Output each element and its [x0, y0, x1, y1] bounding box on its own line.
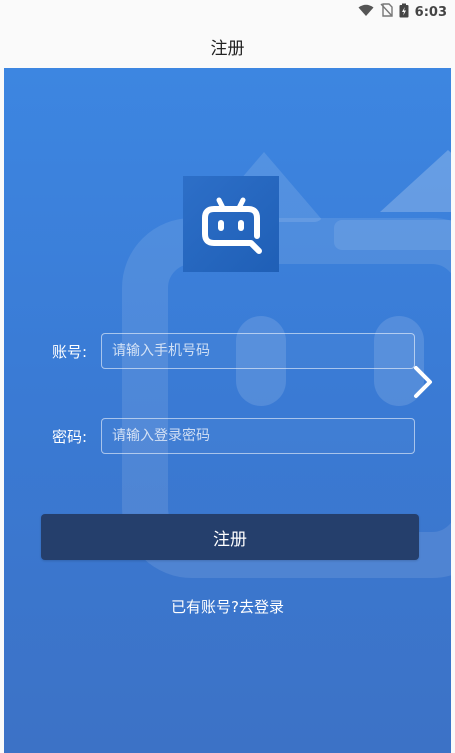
account-label: 账号:: [52, 342, 88, 361]
status-bar: 6:03: [0, 0, 455, 24]
password-field[interactable]: [101, 418, 415, 454]
battery-charging-icon: [399, 3, 409, 22]
password-row: 密码:: [4, 416, 451, 456]
password-label: 密码:: [52, 427, 88, 446]
password-input[interactable]: [102, 419, 414, 453]
wifi-icon: [358, 4, 374, 21]
decorative-ear-right: [380, 150, 451, 212]
no-sim-icon: [380, 3, 393, 21]
robot-logo-icon: [202, 197, 262, 254]
register-panel: 账号: 密码: 注册 已有账号?去登录: [4, 68, 451, 753]
page-title: 注册: [0, 24, 455, 68]
account-row: 账号:: [4, 331, 451, 371]
go-login-link[interactable]: 已有账号?去登录: [4, 596, 451, 617]
app-screen: 6:03 注册 账号: 密码:: [0, 0, 455, 753]
register-button[interactable]: 注册: [41, 514, 419, 560]
chevron-right-icon[interactable]: [408, 362, 438, 402]
account-field[interactable]: [101, 333, 415, 369]
status-time: 6:03: [414, 4, 447, 20]
app-logo: [183, 176, 279, 272]
account-input[interactable]: [102, 334, 414, 368]
